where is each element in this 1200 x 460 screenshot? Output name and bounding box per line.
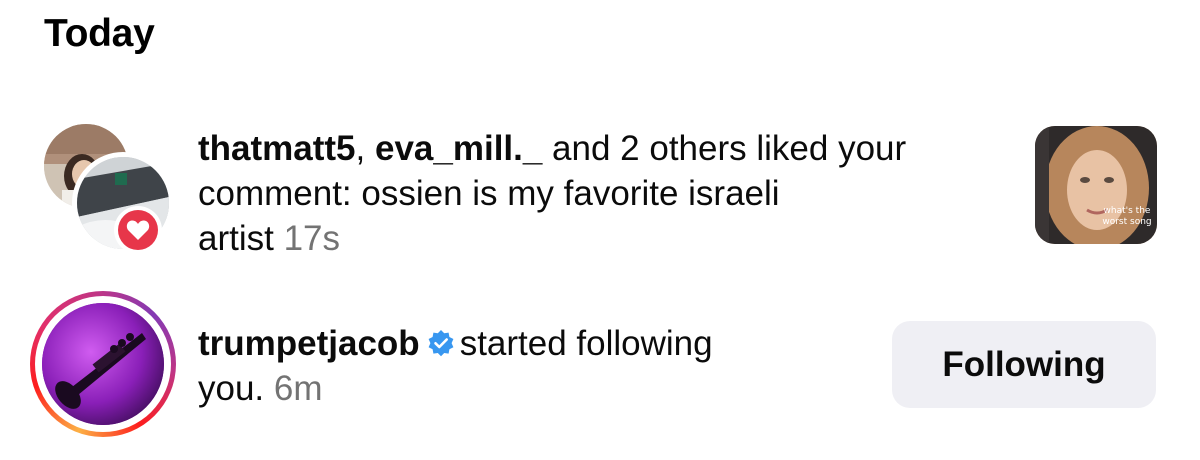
avatar-trumpetjacob[interactable]: [42, 303, 164, 425]
post-thumbnail[interactable]: what's the worst song: [1035, 126, 1157, 244]
like-message-part-3: artist: [198, 219, 284, 258]
username-thatmatt5[interactable]: thatmatt5: [198, 129, 356, 168]
like-text-line-2: comment: ossien is my favorite israeli: [198, 174, 780, 213]
following-button[interactable]: Following: [892, 321, 1156, 408]
like-text-line-3: artist 17s: [198, 216, 906, 261]
story-ring[interactable]: [30, 291, 176, 437]
verified-badge-icon: [428, 330, 454, 357]
username-eva-mill[interactable]: eva_mill._: [375, 129, 542, 168]
username-separator: ,: [355, 129, 375, 168]
thumbnail-caption-line-2: worst song: [1102, 217, 1151, 227]
like-text-line-1: thatmatt5, eva_mill._ and 2 others liked…: [198, 126, 906, 171]
follow-message-part-1: started following: [459, 324, 713, 363]
follow-text-line-1: trumpetjacob started following: [198, 321, 713, 366]
follow-message-part-2: you.: [198, 369, 274, 408]
heart-icon: [126, 220, 150, 240]
like-badge: [114, 206, 162, 254]
follow-notification-text[interactable]: trumpetjacob started following you. 6m: [198, 321, 713, 411]
stacked-avatars[interactable]: [44, 124, 174, 254]
like-notification-text[interactable]: thatmatt5, eva_mill._ and 2 others liked…: [198, 126, 906, 261]
post-thumbnail-image: what's the worst song: [1035, 126, 1157, 244]
timestamp: 6m: [273, 369, 323, 408]
trumpet-avatar-photo: [42, 303, 164, 425]
thumbnail-caption-line-1: what's the: [1104, 206, 1151, 216]
like-message-part-1: and 2 others liked your: [542, 129, 907, 168]
section-title: Today: [44, 12, 155, 55]
username-trumpetjacob[interactable]: trumpetjacob: [198, 324, 420, 363]
timestamp: 17s: [283, 219, 341, 258]
follow-text-line-2: you. 6m: [198, 366, 713, 411]
like-badge-circle: [118, 210, 158, 250]
